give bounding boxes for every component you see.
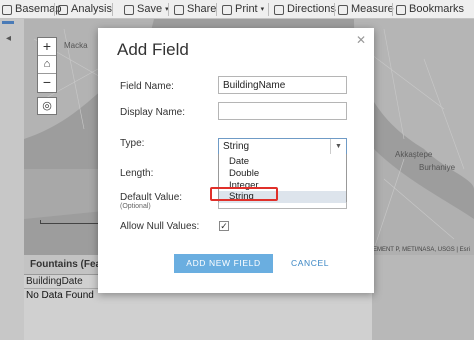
allow-null-label: Allow Null Values: [120,221,200,232]
close-icon[interactable]: ✕ [356,33,366,47]
type-option-date[interactable]: Date [219,156,346,168]
check-icon: ✓ [220,221,228,231]
add-field-dialog: Add Field ✕ Field Name: Display Name: Ty… [98,28,374,293]
save-icon [124,4,134,15]
length-label: Length: [120,168,154,179]
field-name-input[interactable] [218,76,347,94]
map-label: Burhaniye [419,163,456,172]
app-toolbar: Basemap Analysis Save ▾ Share Print ▾ Dire… [0,0,474,19]
default-value-label: Default Value: [120,192,183,203]
display-name-label: Display Name: [120,107,186,118]
allow-null-checkbox[interactable]: ✓ [219,221,229,231]
table-toolbar-area [372,255,474,340]
scale-bar [40,220,100,224]
measure-button[interactable]: Measure [338,2,394,17]
measure-icon [338,4,348,15]
type-select[interactable]: String ▼ [218,138,347,155]
type-label: Type: [120,138,145,149]
type-option-double[interactable]: Double [219,168,346,180]
analysis-icon [58,4,68,15]
panel-tab-indicator [2,21,14,24]
zoom-out-button[interactable]: − [38,74,56,92]
dialog-title: Add Field [117,40,189,59]
annotation-highlight-box [210,187,278,201]
directions-button[interactable]: Directions [274,2,336,17]
bookmarks-icon [396,4,406,15]
default-value-optional-note: (Optional) [120,203,151,210]
analysis-button[interactable]: Analysis [58,2,112,17]
zoom-control: + ⌂ − [37,37,57,93]
print-icon [222,4,232,15]
map-attribution: EMENT P, METI/NASA, USGS | Esri [372,247,470,253]
print-button[interactable]: Print ▾ [222,2,264,17]
chevron-down-icon[interactable]: ▼ [330,139,346,154]
table-empty-message: No Data Found [26,290,94,301]
map-label: Akkaştepe [395,150,433,159]
left-panel: ◂ [0,19,24,340]
display-name-input[interactable] [218,102,347,120]
zoom-in-button[interactable]: + [38,38,56,56]
directions-icon [274,4,284,15]
basemap-button[interactable]: Basemap [2,2,61,17]
share-icon [174,4,184,15]
field-name-label: Field Name: [120,81,174,92]
save-button[interactable]: Save ▾ [124,2,169,17]
bookmarks-button[interactable]: Bookmarks [396,2,464,17]
share-button[interactable]: Share [174,2,216,17]
type-selected-value: String [223,141,250,152]
add-new-field-button[interactable]: ADD NEW FIELD [174,254,273,273]
locate-button[interactable]: ◎ [37,97,57,115]
basemap-icon [2,4,12,15]
cancel-button[interactable]: CANCEL [280,254,340,273]
home-button[interactable]: ⌂ [38,56,56,74]
locate-icon: ◎ [42,100,52,112]
map-label: Macka [64,41,88,50]
collapse-arrow-icon[interactable]: ◂ [6,33,11,44]
